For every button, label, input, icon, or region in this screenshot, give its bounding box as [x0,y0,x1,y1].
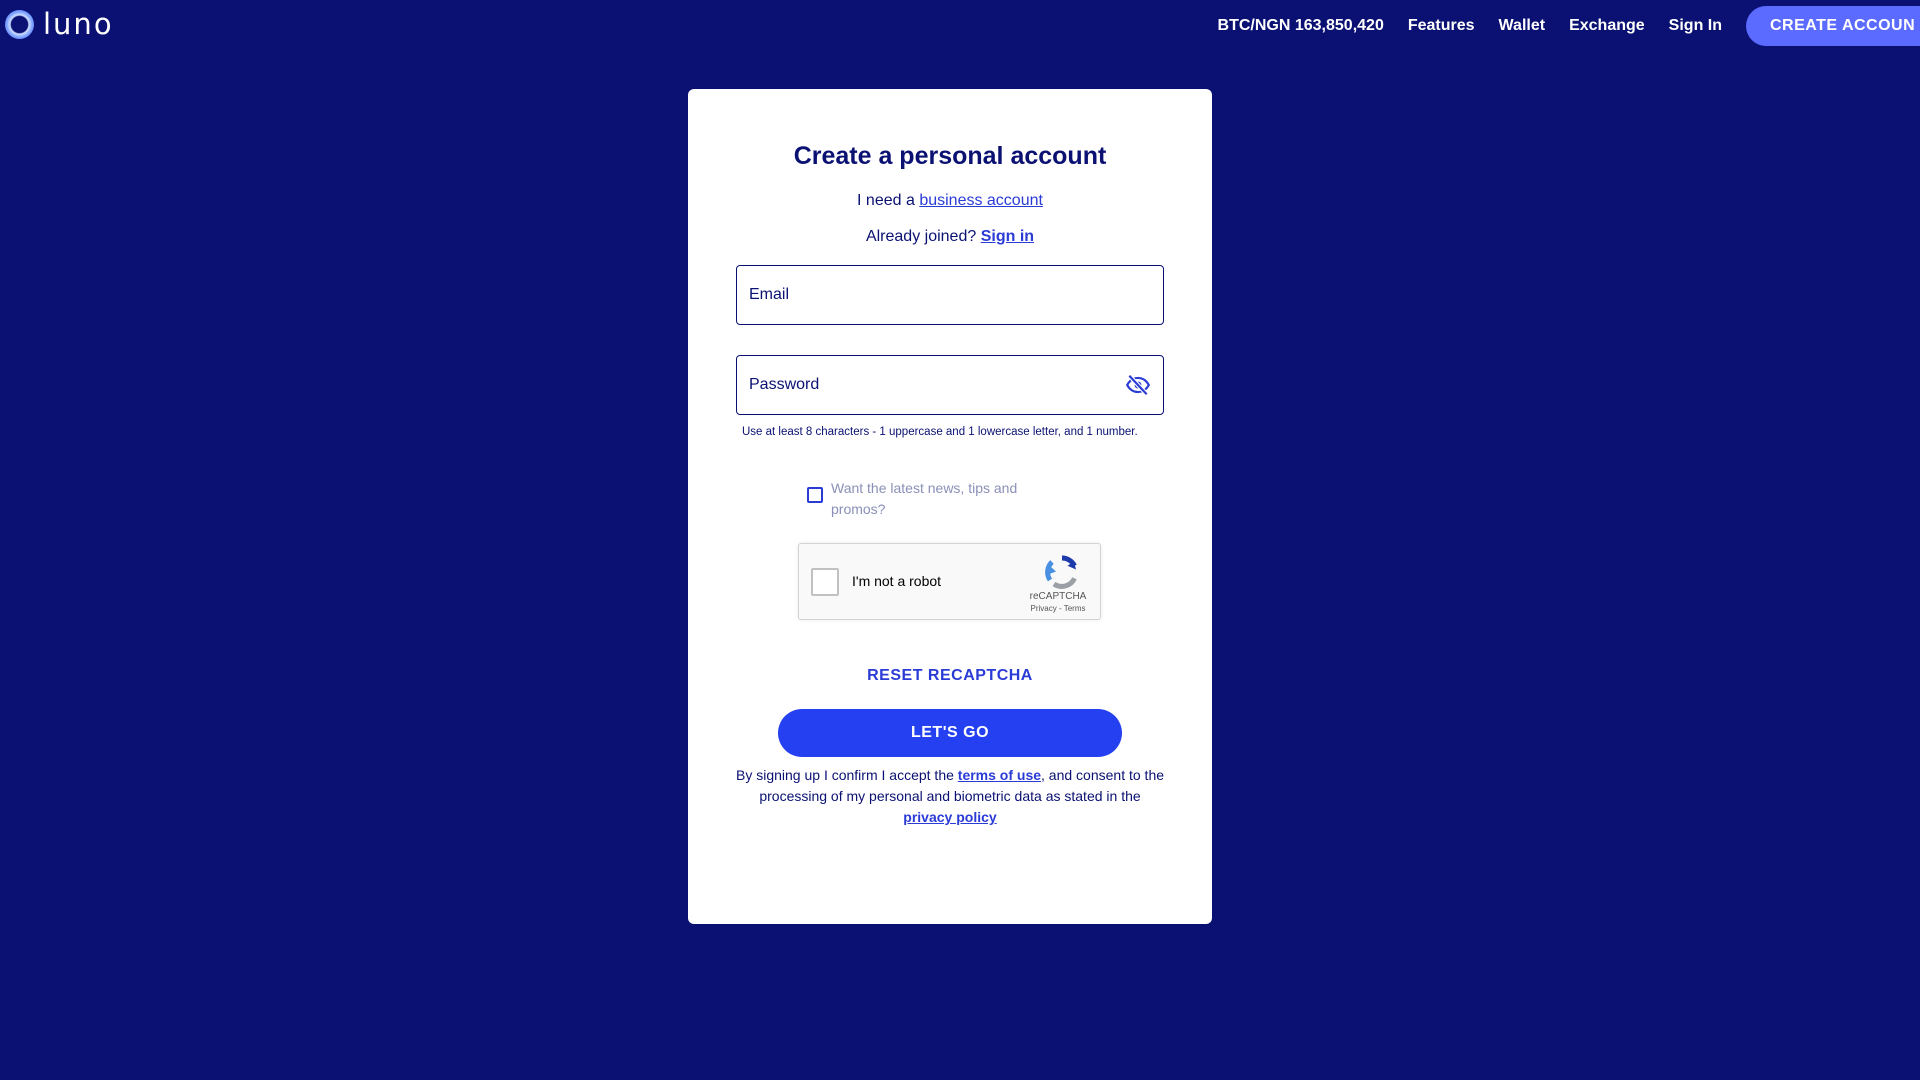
recaptcha-brand: reCAPTCHA [1029,591,1087,602]
luno-logo[interactable]: luno [5,7,114,41]
legal-text: By signing up I confirm I accept the ter… [736,765,1164,828]
signup-card: Create a personal account I need a busin… [688,89,1212,924]
legal-prefix: By signing up I confirm I accept the [736,767,958,783]
lets-go-button[interactable]: LET'S GO [778,709,1122,757]
reset-recaptcha-button[interactable]: RESET RECAPTCHA [688,667,1212,685]
promo-label: Want the latest news, tips and promos? [831,480,1018,517]
nav-features[interactable]: Features [1408,17,1475,35]
joined-prefix: Already joined? [865,228,981,245]
already-joined-line: Already joined? Sign in [688,228,1212,246]
promo-opt-in: Want the latest news, tips and promos? [807,478,1041,520]
password-field-wrapper [736,355,1164,415]
promo-checkbox[interactable] [807,487,823,503]
business-prefix: I need a [857,192,920,209]
main-nav: BTC/NGN 163,850,420 Features Wallet Exch… [1218,6,1920,46]
create-account-button[interactable]: CREATE ACCOUN [1746,6,1920,46]
nav-sign-in[interactable]: Sign In [1669,17,1722,35]
recaptcha-checkbox[interactable] [811,568,839,596]
recaptcha-privacy-terms[interactable]: Privacy - Terms [1028,604,1088,613]
business-account-line: I need a business account [688,192,1212,210]
luno-logo-text: luno [43,7,114,41]
sign-in-link[interactable]: Sign in [981,228,1034,245]
luno-logo-icon [5,9,34,39]
recaptcha-widget: I'm not a robot reCAPTCHA Privacy - Term… [798,543,1101,620]
terms-of-use-link[interactable]: terms of use [958,767,1041,783]
password-field[interactable] [749,376,1125,394]
password-hint: Use at least 8 characters - 1 uppercase … [742,426,1138,438]
btc-ngn-price[interactable]: BTC/NGN 163,850,420 [1218,17,1384,35]
email-field[interactable] [749,286,1151,304]
privacy-policy-link[interactable]: privacy policy [903,809,996,825]
nav-wallet[interactable]: Wallet [1499,17,1546,35]
nav-exchange[interactable]: Exchange [1569,17,1645,35]
recaptcha-logo-icon [1045,555,1077,589]
email-field-wrapper [736,265,1164,325]
recaptcha-label: I'm not a robot [852,573,942,589]
page-title: Create a personal account [793,142,1107,170]
top-bar: luno BTC/NGN 163,850,420 Features Wallet… [0,0,1920,50]
business-account-link[interactable]: business account [919,192,1043,209]
eye-slash-icon[interactable] [1125,372,1151,398]
